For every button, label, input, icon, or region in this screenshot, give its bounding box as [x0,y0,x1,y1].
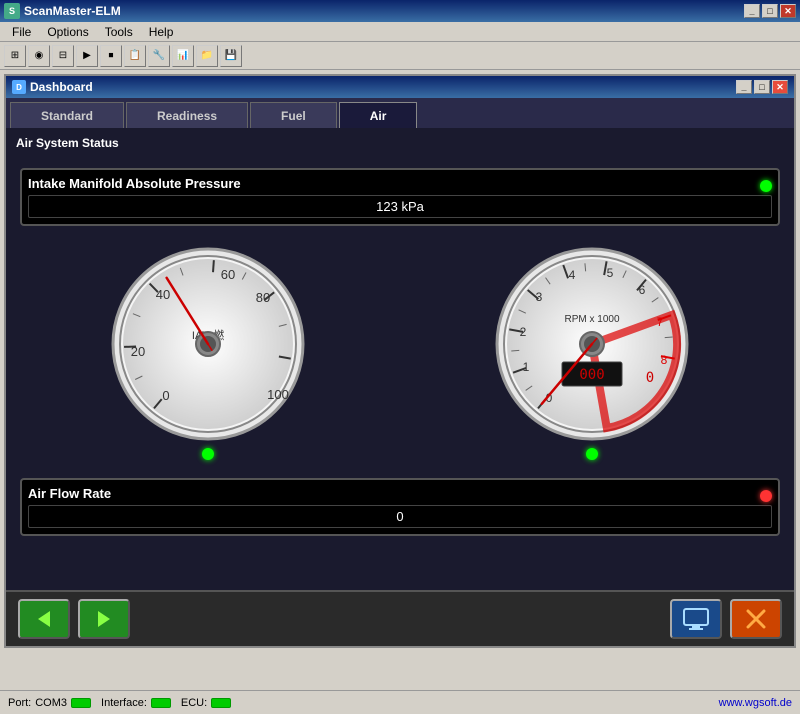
svg-text:4: 4 [569,268,576,282]
toolbar-btn-5[interactable]: ⏹ [100,45,122,67]
svg-text:000: 000 [579,367,604,383]
menu-tools[interactable]: Tools [97,22,141,42]
dashboard-window: D Dashboard _ □ ✕ Standard Readiness Fue… [4,74,796,648]
interface-label: Interface: [101,697,147,709]
toolbar-btn-10[interactable]: 💾 [220,45,242,67]
outer-close-button[interactable]: ✕ [780,4,796,18]
svg-text:8: 8 [661,353,668,367]
status-ecu: ECU: [181,697,231,709]
bottom-bar [6,590,794,646]
status-port: Port: COM3 [8,697,91,709]
toolbar-btn-2[interactable]: ◉ [28,45,50,67]
svg-text:60: 60 [221,267,235,282]
toolbar: ⊞ ◉ ⊟ ▶ ⏹ 📋 🔧 📊 📁 💾 [0,42,800,70]
outer-minimize-button[interactable]: _ [744,4,760,18]
svg-text:2: 2 [520,325,527,339]
svg-text:80: 80 [256,290,270,305]
forward-button[interactable] [78,599,130,639]
rpm-gauge-wrapper: 0 1 2 3 4 5 6 7 [492,244,692,460]
airflow-value-container: 0 [28,505,772,528]
svg-text:7: 7 [657,315,664,329]
exit-button[interactable] [730,599,782,639]
dashboard-close-button[interactable]: ✕ [772,80,788,94]
app-title: ScanMaster-ELM [24,4,121,18]
tabs-container: Standard Readiness Fuel Air [6,98,794,128]
menu-file[interactable]: File [4,22,39,42]
pressure-bar: Intake Manifold Absolute Pressure 123 kP… [20,168,780,226]
svg-text:RPM x 1000: RPM x 1000 [564,314,619,325]
app-icon: S [4,3,20,19]
status-left: Port: COM3 Interface: ECU: [8,697,231,709]
iat-gauge-status-dot [202,448,214,460]
dashboard-minimize-button[interactable]: _ [736,80,752,94]
svg-text:6: 6 [639,283,646,297]
rpm-gauge: 0 1 2 3 4 5 6 7 [492,244,692,444]
airflow-status-dot [760,490,772,502]
toolbar-btn-4[interactable]: ▶ [76,45,98,67]
interface-led [151,698,171,708]
tab-fuel[interactable]: Fuel [250,102,337,128]
iat-gauge: 0 20 40 60 80 100 IAT, 燃 [108,244,308,444]
dashboard-content: Air System Status Intake Manifold Absolu… [6,128,794,590]
monitor-button[interactable] [670,599,722,639]
gauges-section: 0 20 40 60 80 100 IAT, 燃 [16,244,784,460]
port-value: COM3 [35,697,67,709]
svg-text:20: 20 [131,344,145,359]
tab-air[interactable]: Air [339,102,418,128]
airflow-value: 0 [37,509,763,524]
ecu-led [211,698,231,708]
ecu-label: ECU: [181,697,207,709]
tab-readiness[interactable]: Readiness [126,102,248,128]
pressure-status-dot [760,180,772,192]
svg-text:100: 100 [267,387,289,402]
pressure-value-container: 123 kPa [28,195,772,218]
svg-text:1: 1 [523,360,530,374]
iat-gauge-wrapper: 0 20 40 60 80 100 IAT, 燃 [108,244,308,460]
dashboard-maximize-button[interactable]: □ [754,80,770,94]
toolbar-btn-8[interactable]: 📊 [172,45,194,67]
svg-text:3: 3 [536,290,543,304]
back-button[interactable] [18,599,70,639]
toolbar-btn-7[interactable]: 🔧 [148,45,170,67]
airflow-title: Air Flow Rate [28,486,111,501]
pressure-title: Intake Manifold Absolute Pressure [28,176,241,191]
dashboard-titlebar: D Dashboard _ □ ✕ [6,76,794,98]
svg-text:0: 0 [162,388,169,403]
menu-help[interactable]: Help [141,22,182,42]
svg-text:5: 5 [607,266,614,280]
toolbar-btn-9[interactable]: 📁 [196,45,218,67]
rpm-gauge-status-dot [586,448,598,460]
airflow-bar: Air Flow Rate 0 [20,478,780,536]
status-interface: Interface: [101,697,171,709]
menu-options[interactable]: Options [39,22,96,42]
nav-buttons [18,599,130,639]
svg-text:0: 0 [646,370,654,386]
toolbar-btn-1[interactable]: ⊞ [4,45,26,67]
section-header: Air System Status [16,134,784,152]
action-buttons [670,599,782,639]
status-bar: Port: COM3 Interface: ECU: www.wgsoft.de [0,690,800,714]
port-label: Port: [8,697,31,709]
outer-maximize-button[interactable]: □ [762,4,778,18]
menubar: File Options Tools Help [0,22,800,42]
svg-text:40: 40 [156,287,170,302]
tab-standard[interactable]: Standard [10,102,124,128]
dashboard-title: Dashboard [30,80,93,94]
dashboard-window-controls: _ □ ✕ [736,80,788,94]
pressure-value: 123 kPa [37,199,763,214]
status-website: www.wgsoft.de [719,697,792,709]
dashboard-title-area: D Dashboard [12,80,93,94]
port-led [71,698,91,708]
toolbar-btn-6[interactable]: 📋 [124,45,146,67]
outer-title-area: S ScanMaster-ELM [4,3,121,19]
outer-window-controls: _ □ ✕ [744,4,796,18]
outer-titlebar: S ScanMaster-ELM _ □ ✕ [0,0,800,22]
toolbar-btn-3[interactable]: ⊟ [52,45,74,67]
dashboard-icon: D [12,80,26,94]
